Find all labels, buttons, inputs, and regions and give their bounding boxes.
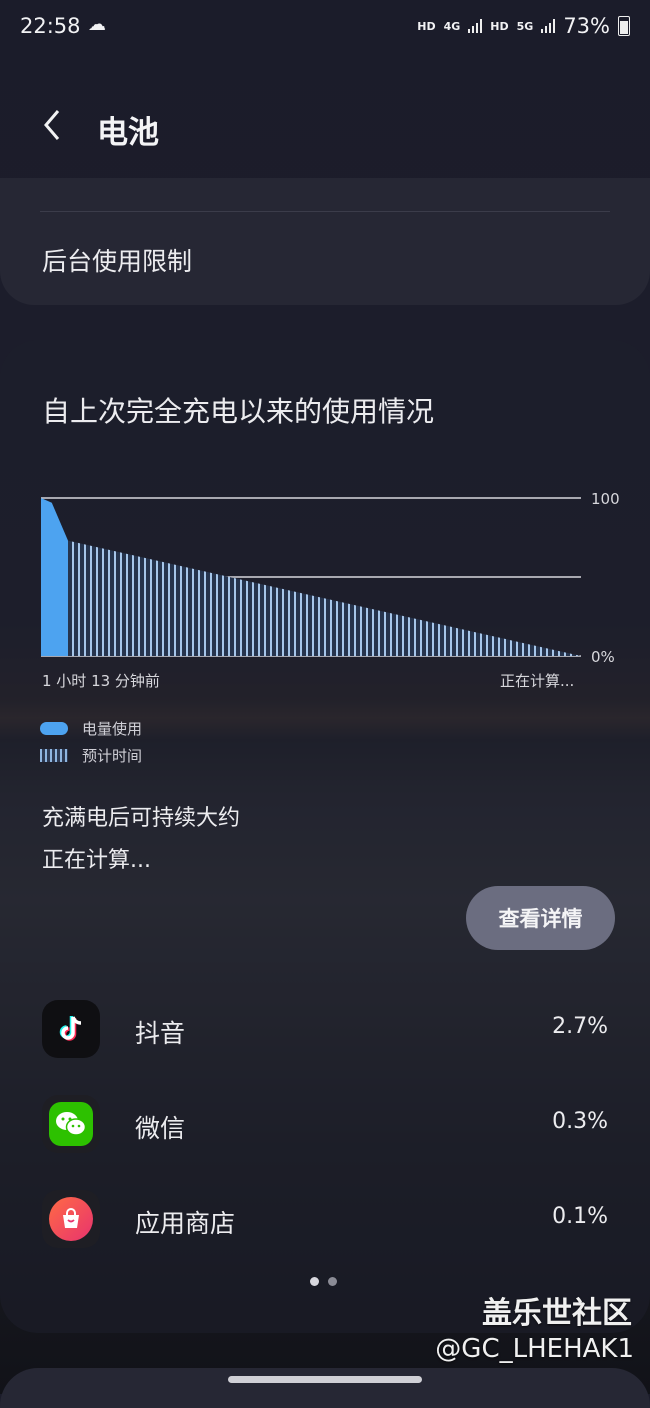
- cloud-sync-icon: ☁: [88, 14, 106, 35]
- app-percent: 2.7%: [552, 1014, 608, 1039]
- battery-usage-chart: 100 0% 1 小时 13 分钟前 正在计算...: [0, 485, 650, 695]
- usage-section-title: 自上次完全充电以来的使用情况: [42, 395, 435, 428]
- battery-percent: 73%: [563, 14, 610, 38]
- wechat-icon: [42, 1095, 100, 1153]
- x-axis-label-end: 正在计算...: [500, 672, 575, 690]
- watermark-community: 盖乐世社区: [482, 1296, 632, 1331]
- app-row[interactable]: 微信 0.3%: [0, 1095, 650, 1165]
- app-percent: 0.1%: [552, 1204, 608, 1229]
- back-button[interactable]: [38, 105, 78, 145]
- full-charge-value: 正在计算...: [42, 848, 151, 873]
- app-store-icon: [42, 1190, 100, 1248]
- y-axis-label-max: 100: [591, 490, 620, 508]
- battery-icon: [618, 16, 630, 36]
- y-axis-label-min: 0%: [591, 648, 615, 666]
- x-axis-label-start: 1 小时 13 分钟前: [42, 672, 160, 690]
- legend-estimate: 预计时间: [40, 745, 142, 766]
- usage-card: 自上次完全充电以来的使用情况 100 0% 1 小时 13 分钟前 正在计算..…: [0, 340, 650, 1333]
- chevron-left-icon: [44, 110, 60, 140]
- app-name: 微信: [135, 1114, 186, 1143]
- settings-card: 后台使用限制: [0, 178, 650, 305]
- hd-indicator-2: HD: [490, 19, 509, 33]
- signal-icon: [468, 19, 483, 33]
- divider: [40, 211, 610, 212]
- status-time: 22:58: [20, 14, 81, 38]
- status-bar: 22:58 ☁ HD 4G HD 5G 73%: [20, 14, 630, 44]
- page-indicator[interactable]: [310, 1277, 337, 1286]
- home-indicator[interactable]: [228, 1376, 422, 1383]
- app-name: 应用商店: [135, 1209, 236, 1238]
- legend-usage: 电量使用: [40, 718, 142, 739]
- page-dot[interactable]: [328, 1277, 337, 1286]
- view-details-button[interactable]: 查看详情: [466, 886, 615, 950]
- network-type-label: 4G: [443, 19, 461, 33]
- tiktok-icon: [42, 1000, 100, 1058]
- legend-usage-label: 电量使用: [82, 720, 143, 738]
- page-dot-active[interactable]: [310, 1277, 319, 1286]
- network-type-label-2: 5G: [516, 19, 534, 33]
- hd-indicator: HD: [417, 19, 436, 33]
- app-header: 电池: [0, 95, 650, 165]
- legend-swatch-hatched: [40, 749, 68, 762]
- chart-series-estimate: [68, 540, 581, 656]
- status-right: HD 4G HD 5G 73%: [417, 14, 630, 38]
- watermark-handle: @GC_LHEHAK1: [435, 1334, 634, 1364]
- app-row[interactable]: 抖音 2.7%: [0, 1000, 650, 1070]
- legend-estimate-label: 预计时间: [82, 747, 143, 765]
- chart-series-usage: [41, 498, 68, 656]
- page-title: 电池: [97, 115, 159, 151]
- chart-svg: [41, 497, 581, 657]
- app-name: 抖音: [135, 1019, 186, 1048]
- next-card: [0, 1368, 650, 1408]
- app-row[interactable]: 应用商店 0.1%: [0, 1190, 650, 1260]
- signal-icon-2: [541, 19, 556, 33]
- app-percent: 0.3%: [552, 1109, 608, 1134]
- full-charge-label: 充满电后可持续大约: [42, 806, 241, 831]
- background-limit-item[interactable]: 后台使用限制: [42, 242, 192, 278]
- legend-swatch-solid: [40, 722, 68, 735]
